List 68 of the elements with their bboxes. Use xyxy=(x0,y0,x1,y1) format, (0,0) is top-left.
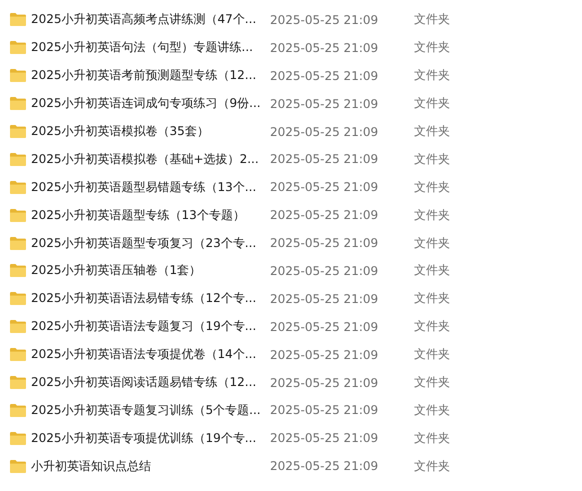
file-name[interactable]: 2025小升初英语专题复习训练（5个专题... xyxy=(31,402,270,419)
date-modified: 2025-05-25 21:09 xyxy=(270,124,380,138)
date-modified: 2025-05-25 21:09 xyxy=(270,12,380,27)
file-name[interactable]: 2025小升初英语考前预测题型专练（12... xyxy=(31,67,270,84)
file-type: 文件夹 xyxy=(414,178,450,196)
file-type: 文件夹 xyxy=(414,346,450,364)
file-name[interactable]: 小升初英语知识点总结 xyxy=(31,458,270,475)
file-name[interactable]: 2025小升初英语高频考点讲练测（47个... xyxy=(31,11,270,28)
file-type: 文件夹 xyxy=(414,290,450,308)
folder-icon xyxy=(10,404,26,417)
file-name[interactable]: 2025小升初英语阅读话题易错专练（12... xyxy=(31,374,270,392)
date-modified: 2025-05-25 21:09 xyxy=(270,152,380,166)
date-modified: 2025-05-25 21:09 xyxy=(270,208,380,222)
file-type: 文件夹 xyxy=(414,67,450,84)
file-type: 文件夹 xyxy=(414,318,450,336)
file-name[interactable]: 2025小升初英语压轴卷（1套） xyxy=(31,262,270,280)
date-modified: 2025-05-25 21:09 xyxy=(270,320,380,334)
folder-icon xyxy=(10,97,26,110)
file-type: 文件夹 xyxy=(414,374,450,392)
date-modified: 2025-05-25 21:09 xyxy=(270,348,380,362)
file-type: 文件夹 xyxy=(414,11,450,28)
date-modified: 2025-05-25 21:09 xyxy=(270,96,380,111)
date-modified: 2025-05-25 21:09 xyxy=(270,264,380,278)
file-name[interactable]: 2025小升初英语语法专项提优卷（14个... xyxy=(31,346,270,364)
file-type: 文件夹 xyxy=(414,150,450,168)
file-type: 文件夹 xyxy=(414,39,450,56)
date-modified: 2025-05-25 21:09 xyxy=(270,180,380,194)
file-type: 文件夹 xyxy=(414,234,450,252)
date-modified: 2025-05-25 21:09 xyxy=(270,40,380,55)
folder-icon xyxy=(10,376,26,390)
folder-icon xyxy=(10,41,26,54)
date-modified: 2025-05-25 21:09 xyxy=(270,292,380,306)
folder-icon xyxy=(10,208,26,222)
folder-icon xyxy=(10,264,26,278)
file-type: 文件夹 xyxy=(414,123,450,140)
date-modified: 2025-05-25 21:09 xyxy=(270,431,380,446)
file-name[interactable]: 2025小升初英语题型专练（13个专题） xyxy=(31,206,270,224)
file-name[interactable]: 2025小升初英语句法（句型）专题讲练... xyxy=(31,39,270,56)
folder-icon xyxy=(10,69,26,82)
folder-icon xyxy=(10,348,26,362)
folder-icon xyxy=(10,460,26,473)
file-type: 文件夹 xyxy=(414,458,450,475)
folder-icon xyxy=(10,152,26,166)
folder-icon xyxy=(10,320,26,334)
file-name[interactable]: 2025小升初英语模拟卷（基础+选拔）2... xyxy=(31,150,270,168)
date-modified: 2025-05-25 21:09 xyxy=(270,376,380,390)
folder-icon xyxy=(10,180,26,194)
folder-icon xyxy=(10,236,26,250)
file-name[interactable]: 2025小升初英语连词成句专项练习（9份... xyxy=(31,95,270,112)
file-type: 文件夹 xyxy=(414,206,450,224)
file-type: 文件夹 xyxy=(414,430,450,447)
file-name[interactable]: 2025小升初英语语法易错专练（12个专... xyxy=(31,290,270,308)
folder-icon xyxy=(10,292,26,306)
file-type: 文件夹 xyxy=(414,95,450,112)
file-type: 文件夹 xyxy=(414,262,450,280)
file-name[interactable]: 2025小升初英语专项提优训练（19个专... xyxy=(31,430,270,447)
file-name[interactable]: 2025小升初英语模拟卷（35套） xyxy=(31,123,270,140)
date-modified: 2025-05-25 21:09 xyxy=(270,459,380,474)
date-modified: 2025-05-25 21:09 xyxy=(270,403,380,418)
date-modified: 2025-05-25 21:09 xyxy=(270,68,380,83)
folder-icon xyxy=(10,432,26,445)
file-name[interactable]: 2025小升初英语题型易错题专练（13个... xyxy=(31,178,270,196)
file-name[interactable]: 2025小升初英语语法专题复习（19个专... xyxy=(31,318,270,336)
file-name[interactable]: 2025小升初英语题型专项复习（23个专... xyxy=(31,234,270,252)
file-type: 文件夹 xyxy=(414,402,450,419)
date-modified: 2025-05-25 21:09 xyxy=(270,236,380,250)
folder-icon xyxy=(10,125,26,138)
folder-icon xyxy=(10,13,26,26)
